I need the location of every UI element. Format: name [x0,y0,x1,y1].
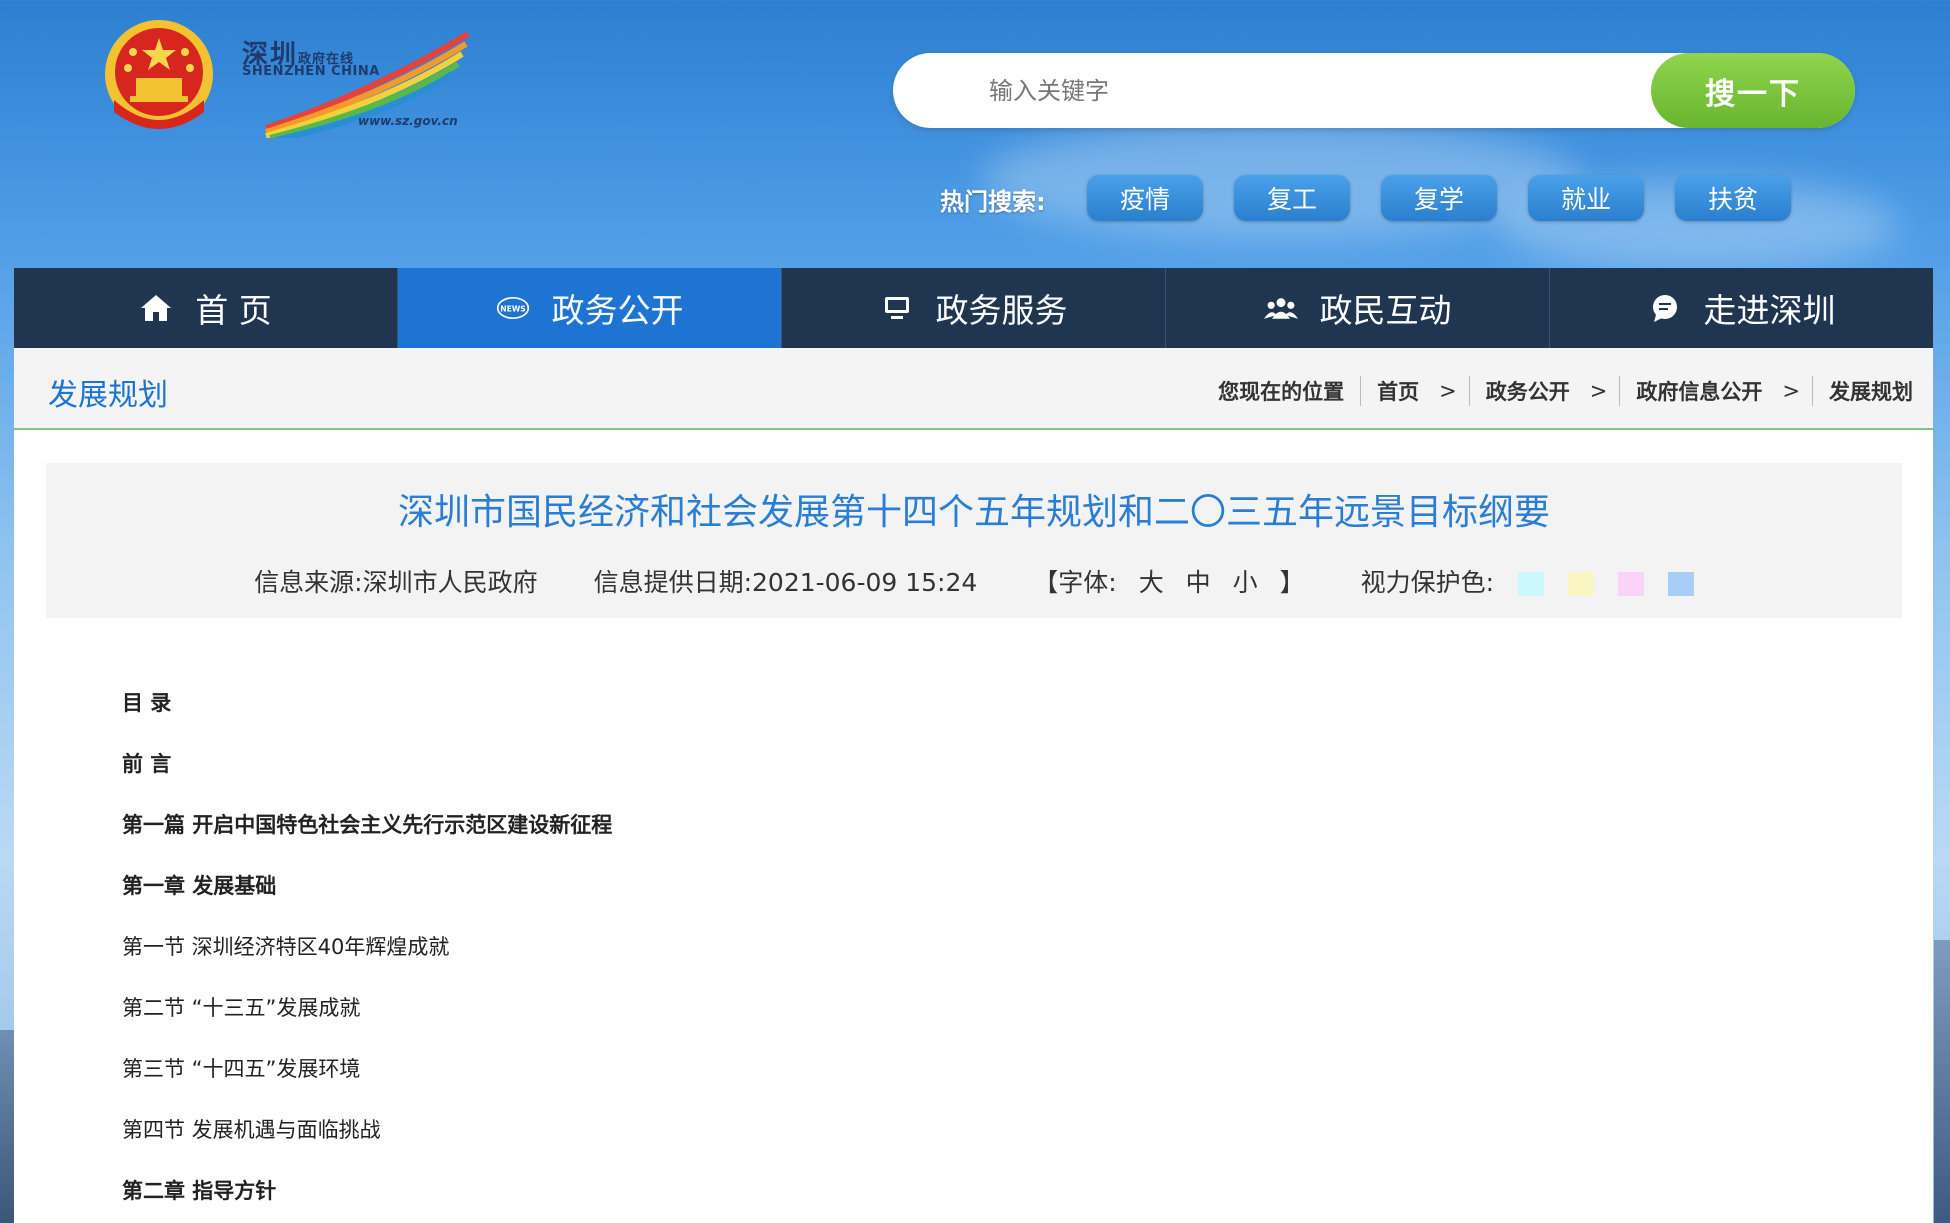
skyline-decoration [1934,940,1950,1223]
article-header: 深圳市国民经济和社会发展第十四个五年规划和二〇三五年远景目标纲要 信息来源:深圳… [46,463,1902,618]
font-size-large-button[interactable]: 大 [1139,568,1164,597]
nav-item-interaction[interactable]: 政民互动 [1166,268,1550,348]
content-panel: 发展规划 您现在的位置 首页 > 政务公开 > 政府信息公开 > 发展规划 深圳… [14,348,1933,1223]
hot-tag[interactable]: 疫情 [1087,175,1203,221]
nav-item-government-service[interactable]: 政务服务 [782,268,1166,348]
eye-color-swatch-pink[interactable] [1617,572,1644,596]
article-title: 深圳市国民经济和社会发展第十四个五年规划和二〇三五年远景目标纲要 [397,492,1550,533]
eye-protection-label: 视力保护色: [1360,568,1495,597]
home-icon [139,291,173,325]
people-icon [1263,291,1298,325]
search-button[interactable]: 搜一下 [1651,53,1855,128]
nav-label: 首 页 [195,291,272,330]
site-header: 深圳政府在线 SHENZHEN CHINA www.sz.gov.cn 搜一下 … [0,0,1950,268]
breadcrumb-arrow: > [1439,379,1457,403]
hot-tag[interactable]: 就业 [1528,175,1644,221]
hot-tag[interactable]: 扶贫 [1675,175,1791,221]
nav-label: 政民互动 [1319,291,1452,330]
logo-url-text: www.sz.gov.cn [358,114,458,128]
toc-item: 第四节 发展机遇与面临挑战 [122,1118,381,1142]
nav-item-about-shenzhen[interactable]: 走进深圳 [1550,268,1933,348]
eye-color-swatch-yellow[interactable] [1567,572,1594,596]
toc-item: 前 言 [122,752,172,776]
font-size-medium-button[interactable]: 中 [1186,568,1211,597]
breadcrumb-bar: 发展规划 您现在的位置 首页 > 政务公开 > 政府信息公开 > 发展规划 [14,348,1933,430]
divider [1812,376,1813,406]
breadcrumb: 您现在的位置 首页 > 政务公开 > 政府信息公开 > 发展规划 [1218,376,1913,406]
hot-tag[interactable]: 复工 [1234,175,1350,221]
breadcrumb-arrow: > [1782,379,1800,403]
news-icon: NEWS [496,291,530,325]
main-nav: 首 页 NEWS 政务公开 政务服务 政民互动 走进深圳 [14,268,1933,348]
font-size-small-button[interactable]: 小 [1233,568,1258,597]
nav-label: 政务公开 [551,291,684,330]
info-source: 信息来源:深圳市人民政府 [254,568,538,597]
search-box: 搜一下 [893,53,1855,128]
toc-item: 第二节 “十三五”发展成就 [122,996,361,1020]
eye-color-swatch-cyan[interactable] [1518,572,1544,596]
toc-item: 第一篇 开启中国特色社会主义先行示范区建设新征程 [122,813,613,837]
breadcrumb-home[interactable]: 首页 [1377,376,1419,406]
divider [1619,376,1621,406]
font-size-control: 【字体: 大 中 小 】 [1033,563,1304,599]
breadcrumb-development-planning[interactable]: 发展规划 [1829,376,1913,406]
breadcrumb-info-disclosure[interactable]: 政府信息公开 [1636,376,1762,406]
nav-item-government-affairs[interactable]: NEWS 政务公开 [398,268,782,348]
svg-text:NEWS: NEWS [500,304,526,313]
eye-protection-control: 视力保护色: [1361,563,1694,599]
info-date: 信息提供日期:2021-06-09 15:24 [593,568,978,597]
site-logo[interactable]: 深圳政府在线 SHENZHEN CHINA www.sz.gov.cn [236,28,472,138]
toc-item: 目 录 [122,691,172,715]
logo-english-text: SHENZHEN CHINA [242,64,380,79]
national-emblem-icon [100,16,218,138]
nav-item-home[interactable]: 首 页 [14,268,398,348]
toc-item: 第一节 深圳经济特区40年辉煌成就 [122,935,450,959]
skyline-decoration [0,1030,14,1223]
breadcrumb-arrow: > [1589,379,1608,403]
search-input[interactable] [989,71,1549,111]
chat-icon [1648,291,1682,325]
article-meta: 信息来源:深圳市人民政府 信息提供日期:2021-06-09 15:24 【字体… [46,563,1902,599]
toc-item: 第一章 发展基础 [122,874,277,898]
nav-label: 政务服务 [935,291,1068,330]
monitor-icon [880,291,914,325]
font-label: 【字体: [1033,568,1117,597]
toc-item: 第二章 指导方针 [122,1179,277,1203]
hot-tag[interactable]: 复学 [1381,175,1497,221]
section-title[interactable]: 发展规划 [48,370,168,414]
breadcrumb-government-affairs[interactable]: 政务公开 [1486,376,1570,406]
toc-item: 第三节 “十四五”发展环境 [122,1057,361,1081]
nav-label: 走进深圳 [1703,291,1836,330]
location-label: 您现在的位置 [1218,380,1345,404]
table-of-contents: 目 录 前 言 第一篇 开启中国特色社会主义先行示范区建设新征程 第一章 发展基… [122,693,612,1223]
divider [1468,376,1470,406]
eye-color-swatch-blue[interactable] [1667,572,1694,596]
hot-search-label: 热门搜索: [940,188,1046,216]
divider [1360,376,1362,406]
font-label-close: 】 [1279,568,1305,597]
